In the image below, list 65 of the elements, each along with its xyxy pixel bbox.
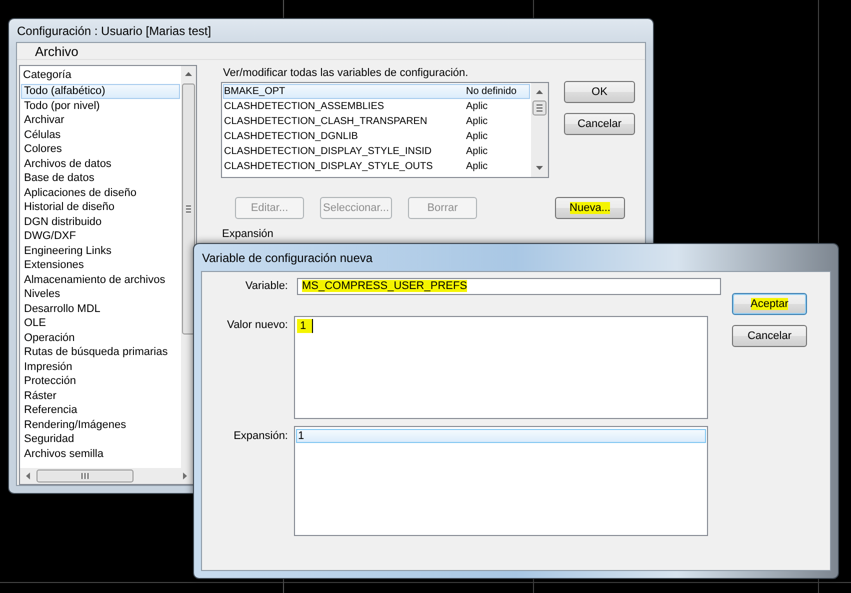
category-item[interactable]: Ráster xyxy=(21,388,180,403)
category-item[interactable]: DGN distribuido xyxy=(21,214,180,229)
variable-scope: No definido xyxy=(466,85,518,99)
category-item[interactable]: Archivos semilla xyxy=(21,446,180,461)
category-item[interactable]: Niveles xyxy=(21,287,180,302)
variable-name: CLASHDETECTION_CLASH_TRANSPAREN xyxy=(224,115,428,129)
input-field[interactable]: MS_COMPRESS_USER_PREFS xyxy=(297,278,721,295)
text-area[interactable]: 1 xyxy=(294,316,708,419)
variable-name: BMAKE_OPT xyxy=(224,85,286,99)
category-item[interactable]: Aplicaciones de diseño xyxy=(21,186,180,200)
category-item[interactable]: Todo (por nivel) xyxy=(21,98,180,113)
category-item[interactable]: Historial de diseño xyxy=(21,200,180,214)
category-item[interactable]: Engineering Links xyxy=(21,244,180,258)
category-item[interactable]: Impresión xyxy=(21,360,180,374)
category-item[interactable]: Operación xyxy=(21,330,180,345)
field-label: Variable: xyxy=(244,279,289,294)
category-item[interactable]: Células xyxy=(21,128,180,142)
list-row[interactable]: CLASHDETECTION_DISPLAY_STYLE_OUTS Aplic xyxy=(223,159,530,174)
variable-name: CLASHDETECTION_ASSEMBLIES xyxy=(224,100,386,114)
variable-scope: Aplic xyxy=(466,100,489,114)
list-caption: Ver/modificar todas las variables de configuración. xyxy=(222,66,470,81)
category-item[interactable]: Protección xyxy=(21,374,180,388)
menu-item[interactable]: Archivo xyxy=(29,44,84,58)
category-item[interactable]: Rendering/Imágenes xyxy=(21,418,180,432)
category-list[interactable] xyxy=(19,65,197,485)
section-label: Expansión xyxy=(221,227,274,242)
dialog-button[interactable]: Cancelar xyxy=(564,113,635,135)
window-title: Configuración : Usuario [Marias test] xyxy=(16,22,212,40)
list-row[interactable]: CLASHDETECTION_DGNLIB Aplic xyxy=(223,129,530,144)
list-row[interactable]: CLASHDETECTION_CLASH_TRANSPAREN Aplic xyxy=(223,114,530,129)
category-item[interactable]: Extensiones xyxy=(21,258,180,272)
variable-scope: Aplic xyxy=(466,145,489,159)
category-item[interactable]: DWG/DXF xyxy=(21,229,180,244)
category-item[interactable]: Almacenamiento de archivos xyxy=(21,272,180,287)
category-item[interactable]: Base de datos xyxy=(21,171,180,186)
list-row[interactable]: 1 xyxy=(296,429,706,443)
category-item[interactable]: Seguridad xyxy=(21,432,180,446)
variable-scope: Aplic xyxy=(466,115,489,129)
scrollbar[interactable] xyxy=(20,468,196,484)
column-header[interactable]: Categoría xyxy=(21,67,180,84)
category-item[interactable]: Referencia xyxy=(21,403,180,418)
variable-scope: Aplic xyxy=(466,130,489,144)
field-label: Valor nuevo: xyxy=(226,318,289,333)
expansion-list[interactable]: 1 xyxy=(294,426,708,536)
list-row[interactable]: BMAKE_OPT No definido xyxy=(223,84,530,99)
variable-list[interactable]: BMAKE_OPT No definido CLASHDETECTION_ASSEMBLIES Aplic CLASHDETECTION_CLASH_TRANSPAREN Aplic CLASHDETECTION_DGNLIB Aplic CLASHDETECTION_DISPLAY_STYLE_INSID Aplic CLASHDETECTION_DISPLAY_STYLE_OUTS Aplic xyxy=(221,82,549,178)
scrollbar[interactable] xyxy=(531,83,548,177)
window-title: Variable de configuración nueva xyxy=(201,250,374,266)
variable-name: CLASHDETECTION_DISPLAY_STYLE_OUTS xyxy=(224,160,434,174)
field-label: Expansión: xyxy=(232,429,289,444)
variable-name: CLASHDETECTION_DGNLIB xyxy=(224,130,359,144)
category-item[interactable]: Todo (alfabético) xyxy=(21,84,180,98)
list-row[interactable]: CLASHDETECTION_DISPLAY_STYLE_INSID Aplic xyxy=(223,144,530,159)
category-item[interactable]: Desarrollo MDL xyxy=(21,302,180,316)
category-item[interactable]: Colores xyxy=(21,142,180,156)
variable-scope: Aplic xyxy=(466,160,489,174)
dialog-button[interactable]: OK xyxy=(564,81,635,103)
variable-name: CLASHDETECTION_DISPLAY_STYLE_INSID xyxy=(224,145,433,159)
category-item[interactable]: Archivos de datos xyxy=(21,156,180,171)
category-item[interactable]: Archivar xyxy=(21,113,180,128)
list-row[interactable]: CLASHDETECTION_ASSEMBLIES Aplic xyxy=(223,99,530,114)
category-item[interactable]: Rutas de búsqueda primarias xyxy=(21,345,180,360)
dialog-button[interactable]: Nueva... xyxy=(555,197,625,219)
category-item[interactable]: OLE xyxy=(21,316,180,330)
dialog-button[interactable]: Cancelar xyxy=(732,325,807,347)
